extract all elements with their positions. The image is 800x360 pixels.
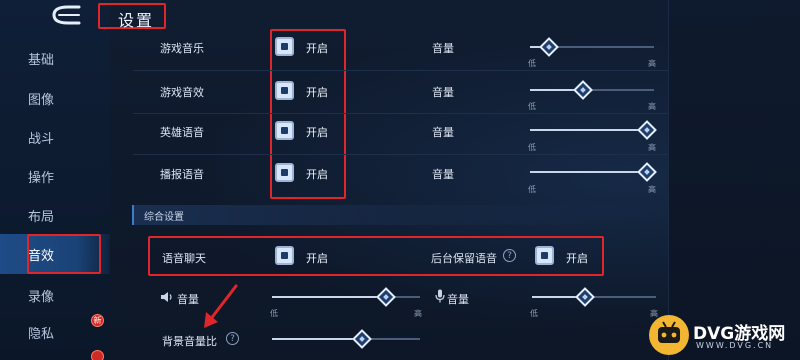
slider-low-label: 低 (270, 309, 278, 318)
annotation-arrow-icon (204, 284, 238, 328)
mic-volume-label: 音量 (447, 293, 469, 306)
slider-high-label: 高 (648, 185, 656, 194)
right-panel-background (668, 0, 800, 360)
hero-voice-volume-label: 音量 (432, 126, 454, 139)
hero-voice-volume-slider[interactable] (530, 120, 657, 140)
broadcast-voice-toggle-label: 开启 (306, 168, 328, 181)
game-sfx-volume-slider[interactable] (530, 80, 654, 100)
slider-low-label: 低 (528, 59, 536, 68)
help-icon[interactable]: ? (226, 332, 239, 345)
game-sfx-checkbox[interactable] (275, 81, 294, 100)
watermark-url: WWW.DVG.CN (696, 341, 774, 350)
new-badge (91, 350, 104, 360)
mic-volume-slider[interactable] (532, 287, 656, 307)
broadcast-voice-label: 播报语音 (160, 168, 204, 181)
sidebar-item-combat[interactable]: 战斗 (0, 117, 110, 157)
slider-low-label: 低 (528, 185, 536, 194)
slider-thumb[interactable] (637, 162, 657, 182)
voice-chat-toggle-label: 开启 (306, 252, 328, 265)
voice-chat-label: 语音聊天 (162, 252, 206, 265)
new-badge: 新 (91, 314, 104, 327)
slider-thumb[interactable] (376, 287, 396, 307)
hero-voice-label: 英雄语音 (160, 126, 204, 139)
game-sfx-toggle-label: 开启 (306, 86, 328, 99)
background-volume-ratio-label: 背景音量比 (162, 335, 217, 348)
game-music-checkbox[interactable] (275, 37, 294, 56)
slider-high-label: 高 (648, 59, 656, 68)
slider-thumb[interactable] (352, 329, 372, 349)
sidebar-item-label: 操作 (27, 170, 54, 186)
game-music-label: 游戏音乐 (160, 42, 204, 55)
sidebar-item-label: 隐私 (27, 326, 54, 342)
slider-low-label: 低 (530, 309, 538, 318)
slider-high-label: 高 (648, 102, 656, 111)
broadcast-voice-checkbox[interactable] (275, 163, 294, 182)
slider-low-label: 低 (528, 102, 536, 111)
sidebar-item-label: 基础 (27, 52, 54, 68)
slider-high-label: 高 (648, 143, 656, 152)
general-settings-header: 综合设置 (132, 205, 668, 225)
sidebar-item-layout[interactable]: 布局 (0, 195, 110, 235)
game-sfx-volume-label: 音量 (432, 86, 454, 99)
voice-chat-checkbox[interactable] (275, 246, 294, 265)
slider-thumb[interactable] (539, 37, 559, 57)
background-volume-ratio-slider[interactable] (272, 329, 420, 349)
sidebar-item-label: 图像 (27, 92, 54, 108)
sidebar-item-graphics[interactable]: 图像 (0, 78, 110, 118)
game-sfx-label: 游戏音效 (160, 86, 204, 99)
back-arrow-icon (52, 5, 81, 25)
microphone-icon (435, 289, 445, 303)
game-music-volume-slider[interactable] (530, 37, 654, 57)
background-voice-checkbox[interactable] (535, 246, 554, 265)
slider-thumb[interactable] (575, 287, 595, 307)
active-tab-highlight-box (27, 234, 101, 274)
game-music-toggle-label: 开启 (306, 42, 328, 55)
row-divider (133, 113, 668, 114)
hero-voice-toggle-label: 开启 (306, 126, 328, 139)
row-divider (133, 70, 668, 71)
sidebar-item-basic[interactable]: 基础 (0, 38, 110, 78)
speaker-volume-slider[interactable] (272, 287, 420, 307)
background-voice-label: 后台保留语音 (431, 252, 497, 265)
broadcast-voice-volume-label: 音量 (432, 168, 454, 181)
help-icon[interactable]: ? (503, 249, 516, 262)
hero-voice-checkbox[interactable] (275, 121, 294, 140)
background-voice-toggle-label: 开启 (566, 252, 588, 265)
broadcast-voice-volume-slider[interactable] (530, 162, 657, 182)
speaker-icon (161, 292, 172, 302)
slider-thumb[interactable] (637, 120, 657, 140)
sidebar-item-label: 录像 (27, 289, 54, 305)
back-button[interactable] (48, 4, 84, 26)
sidebar-item-label: 战斗 (27, 131, 54, 147)
row-divider (133, 154, 668, 155)
slider-high-label: 高 (414, 309, 422, 318)
sidebar-item-controls[interactable]: 操作 (0, 156, 110, 196)
sidebar-item-replay[interactable]: 录像 (0, 275, 110, 315)
section-title: 综合设置 (144, 212, 184, 223)
sidebar-item-label: 布局 (27, 209, 54, 225)
slider-low-label: 低 (528, 143, 536, 152)
slider-thumb[interactable] (573, 80, 593, 100)
page-title: 设置 (118, 11, 155, 30)
game-music-volume-label: 音量 (432, 42, 454, 55)
